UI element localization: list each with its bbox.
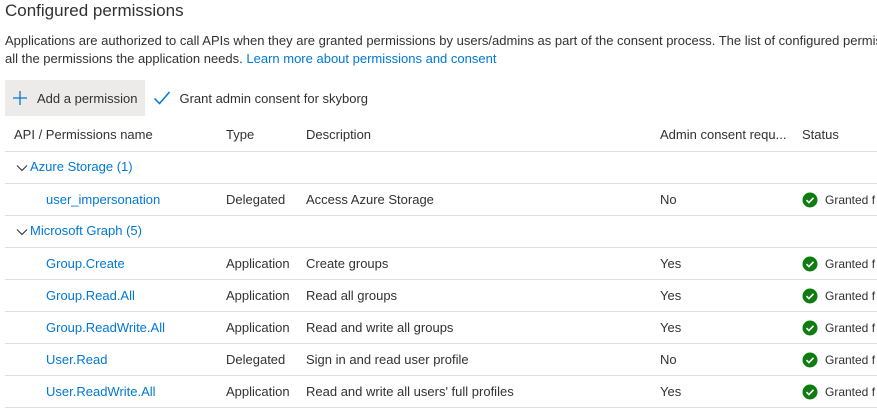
section-title: Configured permissions <box>5 1 184 20</box>
description-cell: Read all groups <box>297 279 651 312</box>
permission-name-link[interactable]: Group.Create <box>46 256 125 271</box>
status-text: Granted f <box>825 192 876 207</box>
type-cell: Application <box>217 311 297 344</box>
status-cell: Granted f <box>793 343 877 376</box>
group-row-microsoft-graph[interactable]: Microsoft Graph (5) <box>5 215 877 248</box>
plus-icon <box>11 89 29 107</box>
group-name[interactable]: Microsoft Graph (5) <box>30 223 142 238</box>
description-line-1: Applications are authorized to call APIs… <box>5 33 877 48</box>
admin-consent-cell: Yes <box>651 279 793 312</box>
status-text: Granted f <box>825 352 876 367</box>
admin-consent-cell: Yes <box>651 375 793 408</box>
type-cell: Application <box>217 375 297 408</box>
description-cell: Access Azure Storage <box>297 183 651 216</box>
chevron-down-icon[interactable] <box>16 225 28 240</box>
permission-name-link[interactable]: User.ReadWrite.All <box>46 384 156 399</box>
add-permission-button[interactable]: Add a permission <box>5 80 146 116</box>
success-check-icon <box>802 384 818 400</box>
permission-name-link[interactable]: Group.ReadWrite.All <box>46 320 165 335</box>
permission-name-cell: Group.Read.All <box>5 279 217 312</box>
status-text: Granted f <box>825 320 876 335</box>
group-cell: Azure Storage (1) <box>5 151 877 184</box>
description-cell: Read and write all groups <box>297 311 651 344</box>
group-name[interactable]: Azure Storage (1) <box>30 159 133 174</box>
description-cell: Read and write all users' full profiles <box>297 375 651 408</box>
header-api-permissions[interactable]: API / Permissions name <box>5 118 217 152</box>
permission-name-link[interactable]: Group.Read.All <box>46 288 135 303</box>
description-line-2-text: all the permissions the application need… <box>5 51 243 66</box>
section-description: Applications are authorized to call APIs… <box>5 32 877 68</box>
admin-consent-cell: No <box>651 183 793 216</box>
table-row: Group.Read.All Application Read all grou… <box>5 279 877 312</box>
learn-more-link[interactable]: Learn more about permissions and consent <box>246 51 496 66</box>
description-line-2: all the permissions the application need… <box>5 50 877 68</box>
add-permission-label: Add a permission <box>37 90 138 106</box>
permission-name-cell: user_impersonation <box>5 183 217 216</box>
status-cell: Granted f <box>793 279 877 312</box>
grant-admin-consent-label: Grant admin consent for skyborg <box>179 90 369 106</box>
header-type[interactable]: Type <box>217 118 297 152</box>
type-cell: Application <box>217 279 297 312</box>
header-description[interactable]: Description <box>297 118 651 152</box>
toolbar: Add a permission Grant admin consent for… <box>5 80 368 116</box>
table-row: user_impersonation Delegated Access Azur… <box>5 183 877 216</box>
status-text: Granted f <box>825 384 876 399</box>
table-row: Group.Create Application Create groups Y… <box>5 247 877 280</box>
permission-name-cell: User.Read <box>5 343 217 376</box>
status-cell: Granted f <box>793 247 877 280</box>
status-cell: Granted f <box>793 183 877 216</box>
status-text: Granted f <box>825 256 876 271</box>
group-row-azure-storage[interactable]: Azure Storage (1) <box>5 151 877 184</box>
type-cell: Application <box>217 247 297 280</box>
permission-name-link[interactable]: User.Read <box>46 352 107 367</box>
success-check-icon <box>802 256 818 272</box>
permissions-table: API / Permissions name Type Description … <box>5 118 877 408</box>
success-check-icon <box>802 352 818 368</box>
table-header-row: API / Permissions name Type Description … <box>5 118 877 152</box>
success-check-icon <box>802 288 818 304</box>
header-admin-consent[interactable]: Admin consent requ... <box>651 118 793 152</box>
status-text: Granted f <box>825 288 876 303</box>
chevron-down-icon[interactable] <box>16 161 28 176</box>
group-cell: Microsoft Graph (5) <box>5 215 877 248</box>
table-row: Group.ReadWrite.All Application Read and… <box>5 311 877 344</box>
status-cell: Granted f <box>793 375 877 408</box>
header-status[interactable]: Status <box>793 118 877 152</box>
table-row: User.ReadWrite.All Application Read and … <box>5 375 877 408</box>
status-cell: Granted f <box>793 311 877 344</box>
checkmark-icon <box>153 89 171 107</box>
admin-consent-cell: Yes <box>651 247 793 280</box>
admin-consent-cell: Yes <box>651 311 793 344</box>
admin-consent-cell: No <box>651 343 793 376</box>
table-row: User.Read Delegated Sign in and read use… <box>5 343 877 376</box>
permission-name-cell: Group.ReadWrite.All <box>5 311 217 344</box>
description-cell: Sign in and read user profile <box>297 343 651 376</box>
description-cell: Create groups <box>297 247 651 280</box>
permission-name-cell: Group.Create <box>5 247 217 280</box>
type-cell: Delegated <box>217 183 297 216</box>
success-check-icon <box>802 320 818 336</box>
permission-name-link[interactable]: user_impersonation <box>46 192 160 207</box>
permission-name-cell: User.ReadWrite.All <box>5 375 217 408</box>
success-check-icon <box>802 192 818 208</box>
type-cell: Delegated <box>217 343 297 376</box>
grant-admin-consent-button[interactable]: Grant admin consent for skyborg <box>145 80 368 116</box>
